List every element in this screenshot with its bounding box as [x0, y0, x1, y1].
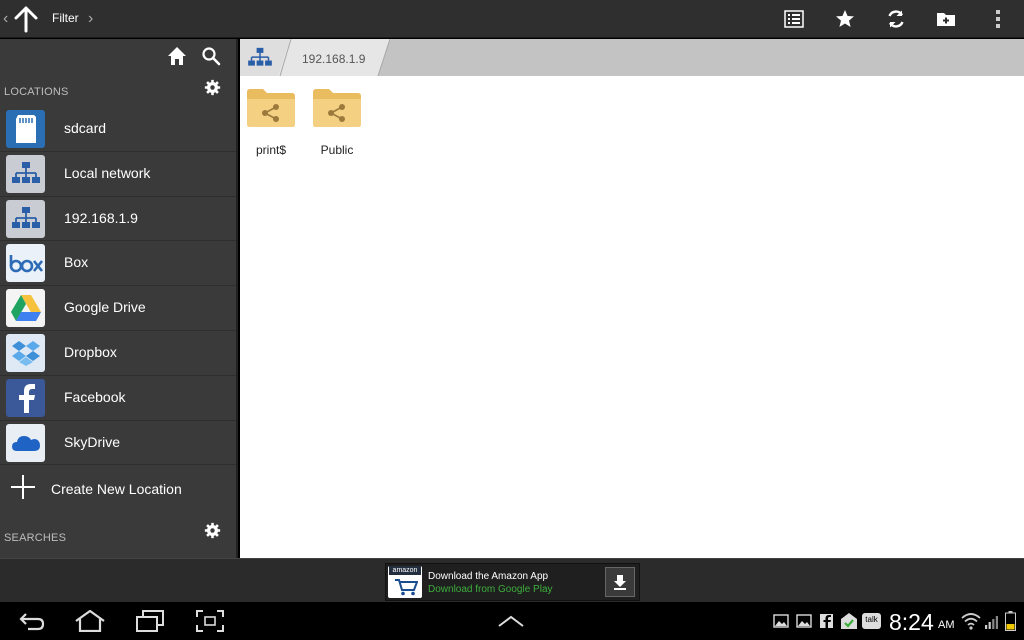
- sidebar-item-box[interactable]: Box: [0, 241, 236, 287]
- action-bar: ‹ Filter ›: [0, 0, 1024, 38]
- locations-list: sdcard Local network 192.168.1.9 Box Goo…: [0, 107, 236, 466]
- locations-section-title: LOCATIONS: [4, 86, 69, 98]
- shopping-cart-icon: [395, 579, 418, 596]
- forward-chevron-icon[interactable]: ›: [88, 10, 93, 28]
- ad-title: Download the Amazon App: [428, 571, 549, 582]
- breadcrumb: 192.168.1.9: [240, 39, 1024, 76]
- recent-apps-icon[interactable]: [136, 610, 164, 632]
- sidebar-item-sdcard[interactable]: sdcard: [0, 107, 236, 152]
- sidebar-item-label: Google Drive: [64, 299, 146, 316]
- facebook-icon: [6, 378, 45, 417]
- google-drive-icon: [6, 289, 45, 328]
- wifi-icon: [961, 613, 981, 630]
- amazon-app-ad[interactable]: amazon Download the Amazon App Download …: [385, 563, 640, 601]
- searches-settings-gear-icon[interactable]: [204, 522, 221, 539]
- gallery-notification-icon: [773, 614, 789, 628]
- shared-folder-icon: [247, 89, 295, 127]
- file-item-print[interactable]: print$: [243, 86, 299, 157]
- chevron-up-icon[interactable]: [498, 615, 524, 627]
- ad-bar: amazon Download the Amazon App Download …: [0, 558, 1024, 602]
- screenshot-icon[interactable]: [196, 610, 224, 632]
- skydrive-icon: [6, 423, 45, 462]
- sidebar-item-skydrive[interactable]: SkyDrive: [0, 421, 236, 466]
- status-ampm: AM: [938, 619, 955, 631]
- sidebar-item-dropbox[interactable]: Dropbox: [0, 331, 236, 376]
- search-icon[interactable]: [201, 46, 221, 66]
- network-icon: [6, 154, 45, 193]
- sidebar-item-local-network[interactable]: Local network: [0, 152, 236, 197]
- breadcrumb-root-network-icon[interactable]: [240, 39, 280, 76]
- network-icon: [6, 199, 45, 238]
- gallery-notification-icon: [796, 614, 812, 628]
- file-name: print$: [255, 143, 287, 157]
- sidebar-item-label: Dropbox: [64, 343, 117, 360]
- sidebar-item-label: SkyDrive: [64, 433, 121, 450]
- searches-section-title: SEARCHES: [4, 532, 67, 544]
- amazon-logo: amazon: [388, 566, 422, 598]
- market-update-notification-icon: [841, 613, 857, 629]
- sidebar: LOCATIONS sdcard Local network 192.168.1…: [0, 39, 238, 558]
- sidebar-item-label: Facebook: [64, 388, 126, 405]
- up-arrow-icon[interactable]: [13, 5, 39, 33]
- list-view-icon[interactable]: [782, 7, 806, 31]
- plus-icon: [11, 475, 35, 499]
- file-name: Public: [320, 143, 354, 157]
- sidebar-item-google-drive[interactable]: Google Drive: [0, 286, 236, 331]
- create-new-location-label: Create New Location: [51, 481, 182, 497]
- dropbox-icon: [6, 333, 45, 372]
- ad-subtitle: Download from Google Play: [428, 584, 553, 595]
- home-icon[interactable]: [74, 610, 106, 632]
- file-item-public[interactable]: Public: [309, 86, 365, 157]
- back-chevron-icon[interactable]: ‹: [3, 10, 8, 28]
- cell-signal-icon: [985, 616, 998, 629]
- overflow-menu-icon[interactable]: [986, 7, 1010, 31]
- sidebar-item-label: 192.168.1.9: [64, 209, 138, 226]
- amazon-logo-text: amazon: [389, 566, 421, 575]
- back-icon[interactable]: [18, 610, 46, 632]
- system-navigation-bar: talk 8:24 AM: [0, 602, 1024, 640]
- new-folder-icon[interactable]: [934, 7, 958, 31]
- battery-icon: [1005, 611, 1016, 631]
- refresh-icon[interactable]: [884, 7, 908, 31]
- download-icon[interactable]: [605, 567, 635, 597]
- talk-label: talk: [865, 615, 878, 624]
- sidebar-item-facebook[interactable]: Facebook: [0, 376, 236, 421]
- breadcrumb-current[interactable]: 192.168.1.9: [302, 52, 365, 66]
- sdcard-icon: [6, 110, 45, 148]
- home-icon[interactable]: [167, 46, 187, 66]
- talk-notification-icon: talk: [862, 613, 881, 629]
- filter-button[interactable]: Filter: [52, 11, 79, 25]
- star-icon[interactable]: [833, 7, 857, 31]
- sidebar-item-label: Box: [64, 254, 89, 271]
- sidebar-item-label: Local network: [64, 164, 151, 181]
- box-icon: [6, 244, 45, 283]
- facebook-notification-icon: [820, 614, 833, 628]
- status-clock[interactable]: 8:24: [889, 609, 934, 636]
- shared-folder-icon: [313, 89, 361, 127]
- create-new-location-button[interactable]: Create New Location: [0, 466, 236, 510]
- sidebar-item-label: sdcard: [64, 120, 107, 136]
- sidebar-item-192-168-1-9[interactable]: 192.168.1.9: [0, 197, 236, 242]
- file-browser-pane: 192.168.1.9 print$ Public: [240, 39, 1024, 558]
- locations-settings-gear-icon[interactable]: [204, 79, 221, 96]
